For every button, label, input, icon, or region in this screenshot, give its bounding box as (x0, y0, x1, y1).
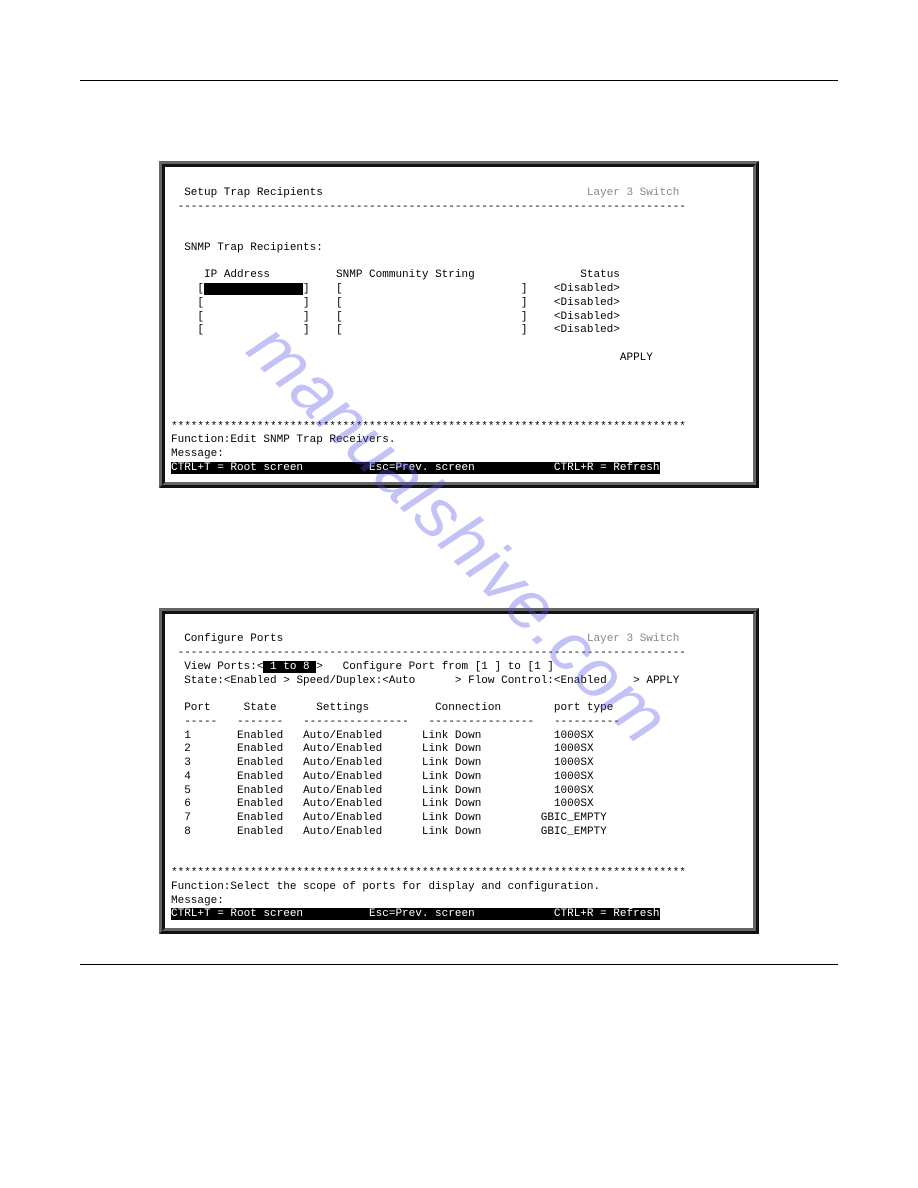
view-ports-label: View Ports: (184, 661, 257, 673)
screen2-title-right: Layer 3 Switch (587, 633, 679, 645)
screen1-section-label: SNMP Trap Recipients: (184, 242, 323, 254)
status-1[interactable]: <Disabled> (554, 297, 620, 309)
ip-field-0[interactable] (204, 283, 303, 295)
bottom-horizontal-rule (80, 964, 838, 965)
screen1-dashline: ----------------------------------------… (178, 201, 686, 213)
apply-button-2[interactable]: APPLY (646, 675, 679, 687)
status-header: Status (580, 269, 620, 281)
dash-connection: ---------------- (429, 716, 535, 728)
config-port-range[interactable]: Configure Port from [1 ] to [1 ] (343, 661, 554, 673)
ip-header: IP Address (204, 269, 270, 281)
flow-select[interactable]: <Enabled > (554, 675, 640, 687)
screen2-title: Configure Ports Layer 3 Switch (171, 633, 679, 645)
status-2[interactable]: <Disabled> (554, 311, 620, 323)
port-row-1: 1 Enabled Auto/Enabled Link Down 1000SX (171, 730, 594, 742)
col-settings: Settings (316, 702, 369, 714)
page: manualshive.com Setup Trap Recipients La… (0, 0, 918, 1065)
footer-left-1[interactable]: CTRL+T = Root screen (171, 462, 303, 474)
screen1-title: Setup Trap Recipients Layer 3 Switch (171, 187, 679, 199)
screen2-function: Function:Select the scope of ports for d… (171, 881, 600, 893)
terminal-snmp: Setup Trap Recipients Layer 3 Switch ---… (171, 173, 747, 476)
col-type: port type (554, 702, 613, 714)
screen1-title-left: Setup Trap Recipients (184, 187, 323, 199)
dash-port: ----- (184, 716, 217, 728)
dash-state: ------- (237, 716, 283, 728)
footer-mid-1[interactable]: Esc=Prev. screen (369, 462, 475, 474)
footer-mid-2[interactable]: Esc=Prev. screen (369, 908, 475, 920)
col-state: State (244, 702, 277, 714)
terminal-ports: Configure Ports Layer 3 Switch ---------… (171, 620, 747, 923)
status-0[interactable]: <Disabled> (554, 283, 620, 295)
view-ports-selector[interactable]: 1 to 8 (263, 661, 316, 673)
dash-type: ---------- (554, 716, 620, 728)
port-row-8: 8 Enabled Auto/Enabled Link Down GBIC_EM… (171, 826, 607, 838)
col-connection: Connection (435, 702, 501, 714)
footer-right-1[interactable]: CTRL+R = Refresh (554, 462, 660, 474)
port-row-4: 4 Enabled Auto/Enabled Link Down 1000SX (171, 771, 594, 783)
screen1-title-right: Layer 3 Switch (587, 187, 679, 199)
port-row-2: 2 Enabled Auto/Enabled Link Down 1000SX (171, 743, 594, 755)
screen2-message: Message: (171, 895, 224, 907)
dash-settings: ---------------- (303, 716, 409, 728)
terminal-frame-snmp: Setup Trap Recipients Layer 3 Switch ---… (159, 161, 759, 488)
screen1-message: Message: (171, 448, 224, 460)
status-3[interactable]: <Disabled> (554, 324, 620, 336)
screen2-starline: ****************************************… (171, 867, 686, 879)
port-row-7: 7 Enabled Auto/Enabled Link Down GBIC_EM… (171, 812, 607, 824)
port-row-6: 6 Enabled Auto/Enabled Link Down 1000SX (171, 798, 594, 810)
speed-select[interactable]: <Auto > (382, 675, 461, 687)
screen1-starline: ****************************************… (171, 421, 686, 433)
col-port: Port (184, 702, 210, 714)
screen2-dashline: ----------------------------------------… (178, 647, 686, 659)
port-row-3: 3 Enabled Auto/Enabled Link Down 1000SX (171, 757, 594, 769)
port-row-5: 5 Enabled Auto/Enabled Link Down 1000SX (171, 785, 594, 797)
state-select[interactable]: <Enabled > (224, 675, 290, 687)
apply-button-1[interactable]: APPLY (620, 352, 653, 364)
flow-label: Flow Control: (468, 675, 554, 687)
footer-right-2[interactable]: CTRL+R = Refresh (554, 908, 660, 920)
top-horizontal-rule (80, 80, 838, 81)
footer-left-2[interactable]: CTRL+T = Root screen (171, 908, 303, 920)
speed-label: Speed/Duplex: (296, 675, 382, 687)
screen1-footer: CTRL+T = Root screen Esc=Prev. screen CT… (171, 462, 660, 474)
terminal-frame-ports: Configure Ports Layer 3 Switch ---------… (159, 608, 759, 935)
state-label: State: (184, 675, 224, 687)
screen2-footer: CTRL+T = Root screen Esc=Prev. screen CT… (171, 908, 660, 920)
comm-header: SNMP Community String (336, 269, 475, 281)
screen1-function: Function:Edit SNMP Trap Receivers. (171, 434, 395, 446)
screen2-title-left: Configure Ports (184, 633, 283, 645)
